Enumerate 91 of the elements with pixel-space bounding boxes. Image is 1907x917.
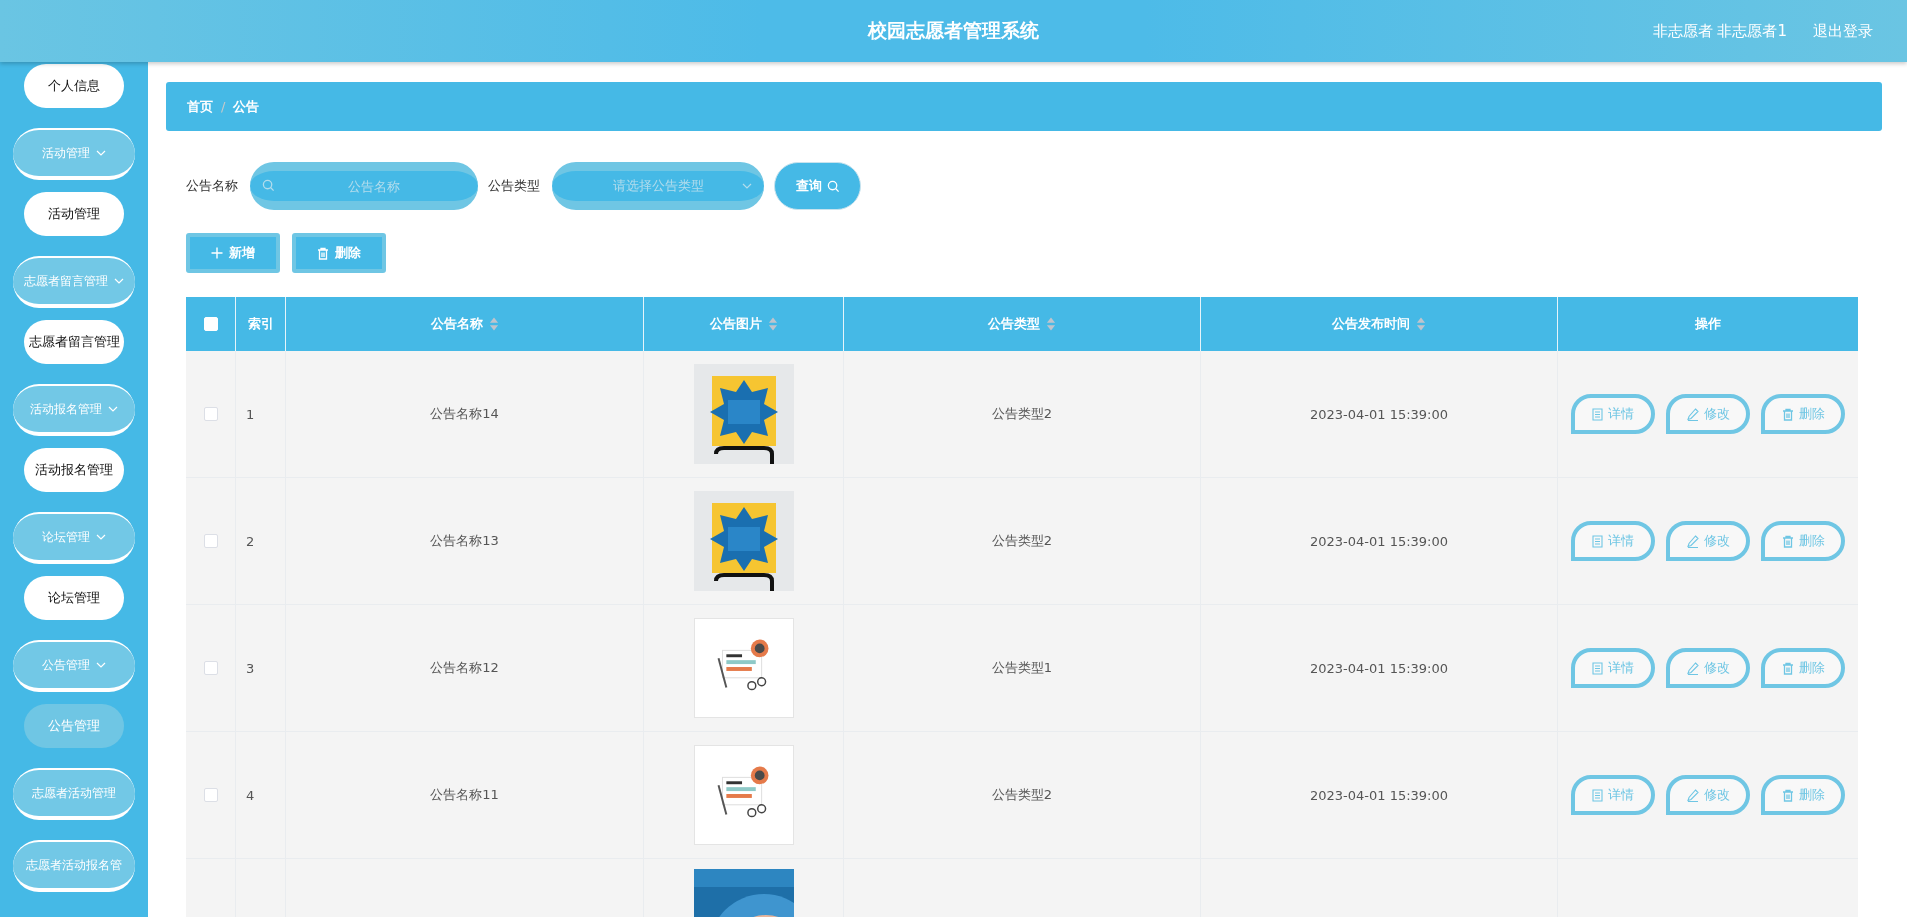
row-checkbox[interactable] <box>203 661 218 675</box>
sort-icon[interactable] <box>1416 317 1426 331</box>
edit-button[interactable]: 修改 <box>1666 775 1750 815</box>
row-checkbox[interactable] <box>203 788 218 802</box>
row-index: 4 <box>246 787 255 803</box>
menu-group[interactable]: 活动报名管理 <box>13 384 135 436</box>
breadcrumb-separator: / <box>221 99 226 114</box>
caret-icon <box>114 278 124 284</box>
search-icon <box>826 179 840 193</box>
notice-type: 公告类型1 <box>991 659 1053 677</box>
type-select[interactable]: 请选择公告类型 <box>552 162 764 210</box>
row-index: 1 <box>246 406 255 422</box>
search-field[interactable]: 公告名称 <box>250 162 478 210</box>
app-title: 校园志愿者管理系统 <box>868 18 1039 43</box>
notice-type: 公告类型2 <box>991 405 1053 423</box>
row-index: 2 <box>246 533 255 549</box>
delete-button[interactable]: 删除 <box>1761 648 1845 688</box>
sort-icon[interactable] <box>1046 317 1056 331</box>
publish-time: 2023-04-01 15:39:00 <box>1309 533 1449 549</box>
publish-time: 2023-04-01 15:39:00 <box>1309 787 1449 803</box>
notice-type: 公告类型2 <box>991 786 1053 804</box>
delete-button[interactable]: 删除 <box>1761 521 1845 561</box>
caret-icon <box>96 662 106 668</box>
pencil-icon <box>1686 788 1699 802</box>
plus-icon <box>211 247 223 259</box>
caret-icon <box>108 406 118 412</box>
menu-group[interactable]: 志愿者留言管理 <box>13 256 135 308</box>
select-all-checkbox[interactable] <box>203 317 218 331</box>
edit-button[interactable]: 修改 <box>1666 648 1750 688</box>
menu-group[interactable]: 活动管理 <box>13 128 135 180</box>
menu-group[interactable]: 公告管理 <box>13 640 135 692</box>
trash-icon <box>317 246 329 260</box>
submenu-item[interactable]: 活动管理 <box>24 192 124 236</box>
column-title: 公告发布时间 <box>1332 315 1410 333</box>
field-label: 公告类型 <box>488 177 540 195</box>
notice-name: 公告名称11 <box>430 786 499 804</box>
sort-icon[interactable] <box>767 317 778 331</box>
add-button[interactable]: 新增 <box>186 233 280 273</box>
pencil-icon <box>1686 407 1699 421</box>
notice-type: 公告类型2 <box>991 532 1053 550</box>
detail-button[interactable]: 详情 <box>1571 775 1655 815</box>
sort-icon[interactable] <box>488 317 499 331</box>
pencil-icon <box>1686 661 1699 675</box>
row-checkbox[interactable] <box>203 407 218 421</box>
row-index: 3 <box>246 660 255 676</box>
submenu-item[interactable]: 活动报名管理 <box>24 448 124 492</box>
pencil-icon <box>1686 534 1699 548</box>
column-title: 操作 <box>1695 315 1721 333</box>
menu-group[interactable]: 论坛管理 <box>13 512 135 564</box>
menu-group[interactable]: 志愿者活动报名管 <box>13 840 135 892</box>
delete-button[interactable]: 删除 <box>1761 394 1845 434</box>
menu-group[interactable]: 志愿者活动管理 <box>13 768 135 820</box>
query-button[interactable]: 查询 <box>774 162 861 210</box>
detail-button[interactable]: 详情 <box>1571 394 1655 434</box>
column-title: 公告图片 <box>709 315 762 333</box>
delete-button[interactable]: 删除 <box>292 233 386 273</box>
column-title: 索引 <box>247 315 274 333</box>
delete-button[interactable]: 删除 <box>1761 775 1845 815</box>
trash-icon <box>1781 534 1794 548</box>
edit-button[interactable]: 修改 <box>1666 521 1750 561</box>
trash-icon <box>1781 407 1794 421</box>
submenu-item[interactable]: 志愿者留言管理 <box>24 320 124 364</box>
submenu-item[interactable]: 论坛管理 <box>24 576 124 620</box>
row-checkbox[interactable] <box>203 534 218 548</box>
edit-button[interactable]: 修改 <box>1666 394 1750 434</box>
publish-time: 2023-04-01 15:39:00 <box>1309 660 1449 676</box>
caret-icon <box>96 534 106 540</box>
trash-icon <box>1781 661 1794 675</box>
caret-icon <box>96 150 106 156</box>
detail-button[interactable]: 详情 <box>1571 648 1655 688</box>
notice-name: 公告名称12 <box>430 659 499 677</box>
notice-name: 公告名称14 <box>430 405 499 423</box>
document-icon <box>1592 534 1603 548</box>
detail-button[interactable]: 详情 <box>1571 521 1655 561</box>
search-icon <box>262 179 275 192</box>
caret-icon <box>742 183 752 189</box>
notice-name: 公告名称13 <box>430 532 499 550</box>
user-name: 非志愿者 非志愿者1 <box>1652 21 1787 41</box>
breadcrumb-link[interactable]: 公告 <box>233 97 260 116</box>
field-label: 公告名称 <box>186 177 238 195</box>
document-icon <box>1592 407 1603 421</box>
document-icon <box>1592 661 1603 675</box>
publish-time: 2023-04-01 15:39:00 <box>1309 406 1449 422</box>
column-title: 公告类型 <box>988 315 1040 333</box>
logout-link[interactable]: 退出登录 <box>1813 21 1873 41</box>
breadcrumb-link[interactable]: 首页 <box>187 97 213 116</box>
submenu-item[interactable]: 公告管理 <box>24 704 124 748</box>
menu-item[interactable]: 个人信息 <box>24 64 124 108</box>
document-icon <box>1592 788 1603 802</box>
trash-icon <box>1781 788 1794 802</box>
column-title: 公告名称 <box>430 315 483 333</box>
